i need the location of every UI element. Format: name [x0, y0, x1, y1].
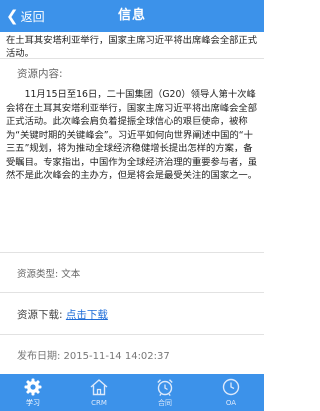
home-icon — [90, 379, 108, 396]
download-label: 资源下载: — [17, 309, 66, 321]
top-navbar: ❮ 返回 信息 — [0, 0, 264, 32]
divider — [0, 58, 264, 59]
intro-section: 11月15日至16日，二十国集团（G20）领导人第十次峰会将在土耳其安塔利亚举行… — [0, 21, 264, 61]
download-row: 资源下载: 点击下载 — [17, 307, 108, 322]
gear-icon — [24, 378, 42, 396]
page-title: 信息 — [117, 8, 146, 23]
divider — [0, 252, 264, 253]
publish-date: 发布日期: 2015-11-14 14:02:37 — [17, 351, 170, 362]
alarm-clock-icon — [157, 379, 173, 396]
divider — [0, 334, 264, 335]
tab-label: 合同 — [158, 399, 172, 407]
content-section: 11月15日至16日，二十国集团（G20）领导人第十次峰会将在土耳其安塔利亚举行… — [0, 88, 264, 183]
detail-content: 11月15日至16日，二十国集团（G20）领导人第十次峰会将在土耳其安塔利亚举行… — [0, 0, 264, 374]
content-label: 资源内容: — [17, 68, 63, 80]
clock-icon — [222, 378, 240, 396]
resource-type: 资源类型: 文本 — [17, 269, 81, 280]
tab-contract[interactable]: 合同 — [132, 374, 198, 411]
content-text: 11月15日至16日，二十国集团（G20）领导人第十次峰会将在土耳其安塔利亚举行… — [6, 89, 258, 181]
tab-label: OA — [225, 399, 237, 407]
bottom-tabbar: 学习 CRM 合同 OA — [0, 374, 264, 411]
tab-study[interactable]: 学习 — [0, 374, 66, 411]
tab-oa[interactable]: OA — [198, 374, 264, 411]
tab-label: 学习 — [26, 399, 40, 407]
tab-crm[interactable]: CRM — [66, 374, 132, 411]
divider — [0, 292, 264, 293]
download-link[interactable]: 点击下载 — [66, 309, 108, 321]
tab-label: CRM — [91, 399, 107, 407]
